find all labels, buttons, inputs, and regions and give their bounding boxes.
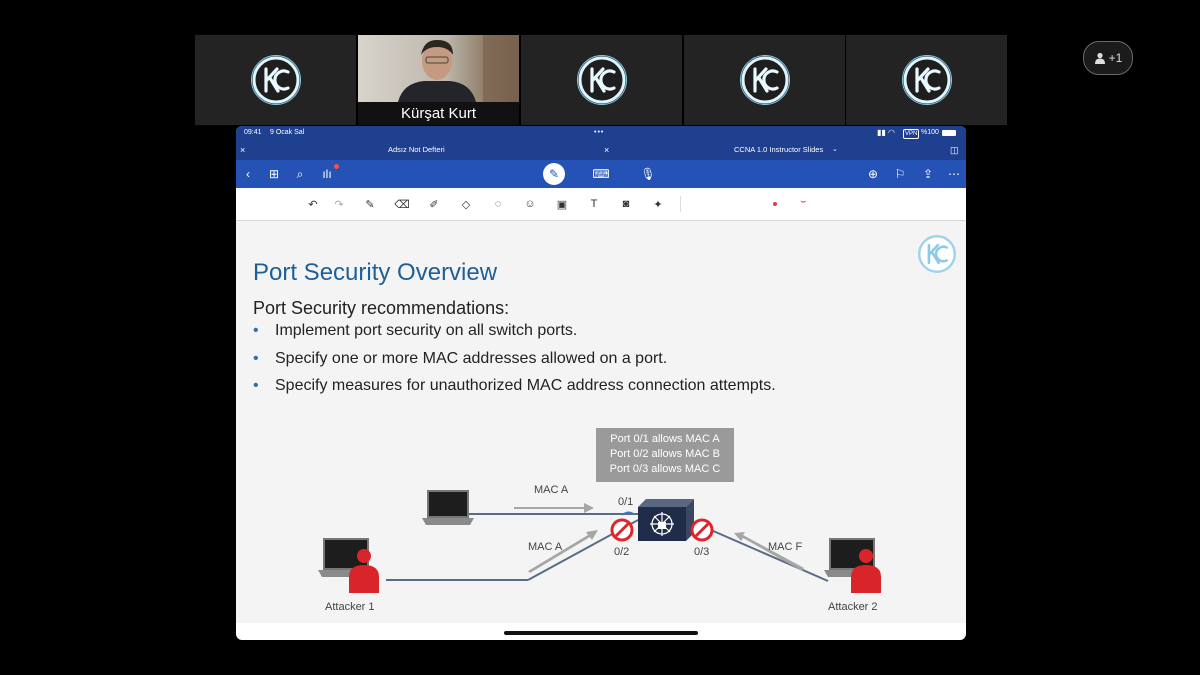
tab-notebook[interactable]: Adsız Not Defteri xyxy=(388,140,445,160)
label-attacker-2: Attacker 2 xyxy=(828,601,878,613)
close-tab-icon[interactable]: × xyxy=(604,140,609,160)
search-icon[interactable]: ⌕ xyxy=(290,164,310,184)
multitask-dots-icon[interactable]: ••• xyxy=(594,126,604,140)
pen-mode-icon[interactable]: ✎ xyxy=(543,163,565,185)
grid-icon[interactable]: ⊞ xyxy=(264,164,284,184)
label-mac-left: MAC A xyxy=(528,541,563,553)
drawing-toolbar: ↶ ↷ ✎ ⌫ ✐ ◇ ◌ ☺ ▣ T ◙ ✦ ⌣ xyxy=(236,188,966,221)
label-port-2: 0/2 xyxy=(614,546,630,558)
vpn-badge: VPN xyxy=(903,129,920,139)
kc-logo-icon xyxy=(901,55,952,105)
tab-slides[interactable]: CCNA 1.0 Instructor Slides xyxy=(734,140,823,160)
participant-tile-3[interactable] xyxy=(521,35,682,125)
person-icon xyxy=(1094,52,1105,64)
status-date: 9 Ocak Sal xyxy=(270,129,305,136)
switch-icon xyxy=(638,499,694,541)
participant-tile-1[interactable] xyxy=(195,35,356,125)
participant-count: +1 xyxy=(1108,51,1123,65)
block-icon xyxy=(690,518,714,542)
label-port-1: 0/1 xyxy=(618,496,634,508)
attacker-1-icon xyxy=(318,538,379,593)
text-tool-icon[interactable]: T xyxy=(586,196,602,212)
microphone-icon[interactable]: 🎙 xyxy=(638,164,658,184)
sticker-icon[interactable]: ☺ xyxy=(522,196,538,212)
pen-tool-icon[interactable]: ✎ xyxy=(362,196,378,212)
status-time: 09:41 xyxy=(244,129,262,136)
label-mac-top: MAC A xyxy=(534,484,569,496)
app-tab-bar: × Adsız Not Defteri × CCNA 1.0 Instructo… xyxy=(236,140,966,160)
redo-icon[interactable]: ↷ xyxy=(331,196,347,212)
participant-tile-4[interactable] xyxy=(684,35,845,125)
share-icon[interactable]: ⇪ xyxy=(918,164,938,184)
signal-wifi-icon: ▮▮ ◠ xyxy=(877,128,896,137)
participant-count-button[interactable]: +1 xyxy=(1083,41,1133,75)
label-attacker-1: Attacker 1 xyxy=(325,601,375,613)
laptop-icon xyxy=(422,490,474,525)
close-tab-icon[interactable]: × xyxy=(240,140,245,160)
more-icon[interactable]: ⋯ xyxy=(944,164,964,184)
kc-logo-icon xyxy=(739,55,790,105)
ipad-status-bar: 09:41 9 Ocak Sal ••• ▮▮ ◠ VPN %100 xyxy=(236,126,966,140)
sidebar-icon[interactable]: ◫ xyxy=(950,140,959,160)
highlighter-icon[interactable]: ✐ xyxy=(426,196,442,212)
back-icon[interactable]: ‹ xyxy=(238,164,258,184)
eraser-icon[interactable]: ⌫ xyxy=(394,196,410,212)
slide: Port Security Overview Port Security rec… xyxy=(236,221,966,623)
label-mac-right: MAC F xyxy=(768,541,803,553)
battery-icon xyxy=(942,130,956,136)
image-icon[interactable]: ▣ xyxy=(554,196,570,212)
label-port-3: 0/3 xyxy=(694,546,710,558)
chevron-down-icon[interactable]: ⌄ xyxy=(832,140,838,160)
attacker-2-icon xyxy=(824,538,881,593)
home-indicator xyxy=(504,631,698,635)
laser-pointer-icon[interactable]: ✦ xyxy=(650,196,666,212)
color-swatch-red[interactable] xyxy=(773,202,777,206)
camera-video xyxy=(358,35,519,102)
lasso-icon[interactable]: ◌ xyxy=(490,196,506,212)
battery-percent: %100 xyxy=(921,129,939,136)
shapes-icon[interactable]: ◇ xyxy=(458,196,474,212)
add-page-icon[interactable]: ⊕ xyxy=(863,164,883,184)
participant-name: Kürşat Kurt xyxy=(358,102,519,125)
participant-tile-5[interactable] xyxy=(846,35,1007,125)
participant-tile-2[interactable]: Kürşat Kurt xyxy=(358,35,519,125)
kc-logo-icon xyxy=(250,55,301,105)
arrow-right-icon xyxy=(514,503,594,513)
bookmark-icon[interactable]: ⚐ xyxy=(890,164,910,184)
toolbar-divider xyxy=(680,196,681,212)
undo-icon[interactable]: ↶ xyxy=(305,196,321,212)
camera-icon[interactable]: ◙ xyxy=(618,196,634,212)
recording-dot xyxy=(334,164,339,169)
keyboard-icon[interactable]: ⌨ xyxy=(591,164,611,184)
stroke-size-icon[interactable]: ⌣ xyxy=(800,196,807,207)
network-diagram xyxy=(318,490,881,593)
presenter-figure xyxy=(398,35,519,102)
main-toolbar: ‹ ⊞ ⌕ ılı ✎ ⌨ 🎙 ⊕ ⚐ ⇪ ⋯ xyxy=(236,160,966,188)
shared-screen: 09:41 9 Ocak Sal ••• ▮▮ ◠ VPN %100 × Ads… xyxy=(236,126,966,640)
block-icon xyxy=(610,518,634,542)
kc-logo-icon xyxy=(576,55,627,105)
